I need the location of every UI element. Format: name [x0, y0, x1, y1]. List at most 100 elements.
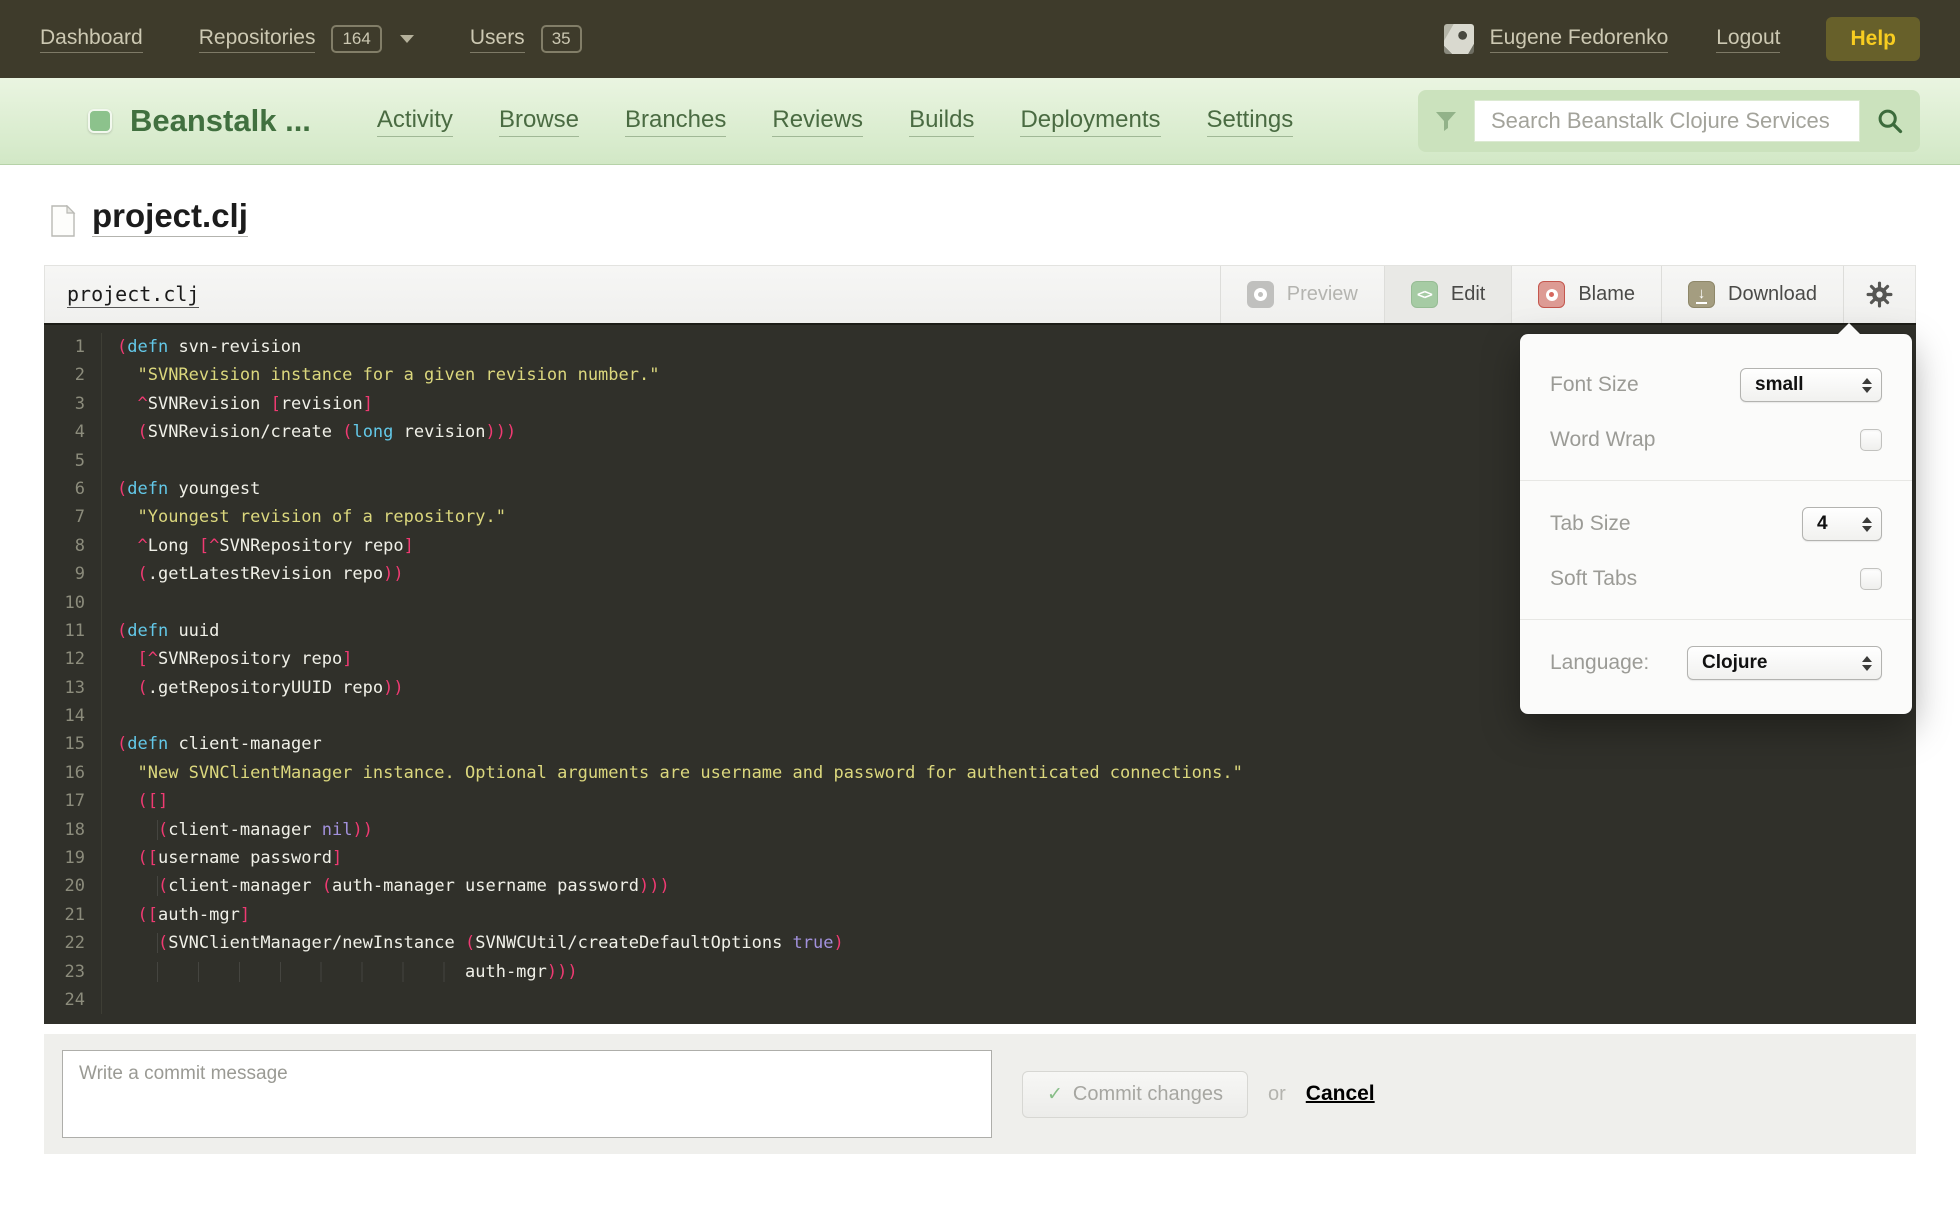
line-number: 16: [44, 758, 102, 788]
page-title-row: project.clj: [50, 165, 1916, 237]
search-box: [1418, 90, 1920, 152]
line-number: 24: [44, 985, 102, 1015]
commit-message-input[interactable]: [62, 1050, 992, 1139]
toolbar-filename[interactable]: project.clj: [67, 282, 200, 308]
nav-dashboard[interactable]: Dashboard: [40, 26, 143, 53]
tab-branches[interactable]: Branches: [624, 106, 727, 137]
beanstalk-logo-icon: [88, 109, 112, 133]
tab-size-value: 4: [1817, 513, 1828, 534]
line-number: 7: [44, 503, 102, 532]
code-line: 18 (client-manager nil)): [44, 815, 1916, 845]
word-wrap-checkbox[interactable]: [1860, 429, 1882, 451]
line-number: 2: [44, 361, 102, 390]
top-bar-right: Eugene Fedorenko Logout Help: [1443, 17, 1920, 61]
preview-button[interactable]: Preview: [1219, 266, 1384, 323]
tab-activity[interactable]: Activity: [376, 106, 453, 137]
panel-divider: [1520, 619, 1912, 620]
font-size-label: Font Size: [1550, 373, 1639, 396]
code-line: 21 ([auth-mgr]: [44, 900, 1916, 930]
line-text: (client-manager nil)): [102, 816, 373, 844]
filter-icon[interactable]: [1434, 109, 1458, 133]
line-number: 6: [44, 474, 102, 504]
settings-gear-button[interactable]: [1843, 266, 1915, 323]
top-bar: Dashboard Repositories 164 Users 35 Euge…: [0, 0, 1960, 78]
line-text: [102, 447, 117, 475]
line-number: 20: [44, 872, 102, 901]
line-text: [^SVNRepository repo]: [137, 649, 353, 670]
line-number: 5: [44, 446, 102, 475]
line-text: auth-mgr))): [102, 958, 578, 986]
line-text: ([username password]: [137, 848, 343, 869]
edit-label: Edit: [1450, 283, 1486, 305]
line-text: (client-manager (auth-manager username p…: [102, 872, 670, 900]
repo-title: Beanstalk ...: [130, 103, 311, 138]
commit-actions: ✓ Commit changes or Cancel: [1022, 1070, 1375, 1118]
blame-icon: [1538, 281, 1566, 308]
font-size-value: small: [1755, 374, 1804, 395]
line-number: 4: [44, 418, 102, 447]
line-text: (defn svn-revision: [117, 337, 302, 357]
tab-size-select[interactable]: 4: [1802, 507, 1882, 541]
tab-settings[interactable]: Settings: [1206, 106, 1294, 137]
soft-tabs-label: Soft Tabs: [1550, 567, 1638, 590]
help-button[interactable]: Help: [1826, 17, 1920, 61]
commit-changes-button[interactable]: ✓ Commit changes: [1022, 1070, 1248, 1118]
stepper-arrows-icon: [1862, 377, 1872, 393]
stepper-arrows-icon: [1862, 516, 1872, 532]
line-number: 1: [44, 333, 102, 362]
line-text: (SVNRevision/create (long revision))): [137, 422, 517, 443]
blame-button[interactable]: Blame: [1511, 266, 1661, 323]
download-label: Download: [1728, 283, 1817, 305]
code-line: 15 (defn client-manager: [44, 730, 1916, 759]
line-text: [102, 589, 117, 617]
page-title[interactable]: project.clj: [92, 199, 248, 237]
toolbar-actions: Preview <> Edit Blame ↓ Download: [1219, 266, 1915, 323]
search-icon[interactable]: [1876, 107, 1904, 135]
line-number: 15: [44, 730, 102, 759]
chevron-down-icon[interactable]: [399, 35, 414, 43]
tab-deployments[interactable]: Deployments: [1020, 106, 1161, 137]
line-text: (defn uuid: [117, 620, 220, 641]
cancel-link[interactable]: Cancel: [1306, 1082, 1375, 1106]
line-number: 17: [44, 787, 102, 816]
logout-link[interactable]: Logout: [1716, 26, 1781, 53]
stepper-arrows-icon: [1862, 655, 1872, 671]
line-text: (.getRepositoryUUID repo)): [137, 677, 404, 698]
line-text: [102, 702, 117, 730]
language-row: Language: Clojure: [1550, 646, 1882, 680]
document-icon: [51, 205, 76, 237]
line-number: 13: [44, 673, 102, 703]
tab-builds[interactable]: Builds: [909, 106, 975, 137]
download-button[interactable]: ↓ Download: [1661, 266, 1843, 323]
edit-button[interactable]: <> Edit: [1383, 266, 1512, 323]
line-number: 3: [44, 389, 102, 419]
line-text: (SVNClientManager/newInstance (SVNWCUtil…: [102, 929, 844, 957]
user-name-link[interactable]: Eugene Fedorenko: [1489, 26, 1669, 53]
line-number: 18: [44, 815, 102, 845]
code-line: 20 (client-manager (auth-manager usernam…: [44, 872, 1916, 901]
font-size-select[interactable]: small: [1740, 368, 1882, 402]
line-text: (.getLatestRevision repo)): [137, 564, 404, 585]
repo-nav: Activity Browse Branches Reviews Builds …: [376, 106, 1294, 137]
tab-size-label: Tab Size: [1550, 512, 1631, 535]
line-number: 22: [44, 929, 102, 958]
preview-icon: [1246, 281, 1274, 308]
code-line: 24: [44, 985, 1916, 1015]
line-text: "New SVNClientManager instance. Optional…: [137, 762, 1243, 783]
user-avatar: [1443, 24, 1474, 54]
line-text: (defn client-manager: [117, 734, 322, 755]
code-line: 19 ([username password]: [44, 844, 1916, 873]
tab-browse[interactable]: Browse: [498, 106, 579, 137]
language-select[interactable]: Clojure: [1687, 646, 1882, 680]
tab-reviews[interactable]: Reviews: [772, 106, 864, 137]
search-input[interactable]: [1474, 100, 1860, 142]
blame-label: Blame: [1578, 283, 1636, 305]
preview-label: Preview: [1286, 283, 1358, 305]
panel-notch: [1838, 323, 1860, 334]
line-number: 21: [44, 900, 102, 930]
nav-users[interactable]: Users: [469, 26, 525, 53]
line-number: 8: [44, 531, 102, 561]
soft-tabs-checkbox[interactable]: [1860, 568, 1882, 590]
nav-repositories[interactable]: Repositories: [198, 26, 316, 53]
file-toolbar: project.clj Preview <> Edit Blame ↓ Down…: [44, 265, 1916, 323]
